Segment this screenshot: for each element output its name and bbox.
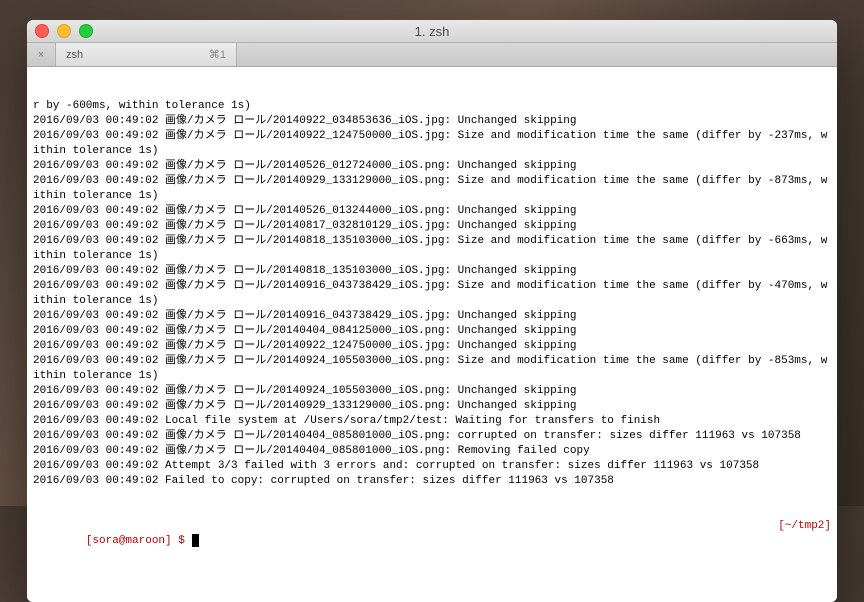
- close-window-button[interactable]: [35, 24, 49, 38]
- log-line: 2016/09/03 00:49:02 画像/カメラ ロール/20140916_…: [33, 309, 831, 324]
- log-line: 2016/09/03 00:49:02 Failed to copy: corr…: [33, 474, 831, 489]
- tab-label: zsh: [66, 49, 83, 61]
- log-line: 2016/09/03 00:49:02 画像/カメラ ロール/20140922_…: [33, 339, 831, 354]
- tab-close-button[interactable]: ×: [27, 43, 56, 66]
- log-line: 2016/09/03 00:49:02 画像/カメラ ロール/20140916_…: [33, 279, 831, 309]
- tab-bar: × zsh ⌘1: [27, 43, 837, 67]
- log-line: 2016/09/03 00:49:02 画像/カメラ ロール/20140929_…: [33, 174, 831, 204]
- minimize-window-button[interactable]: [57, 24, 71, 38]
- log-line: 2016/09/03 00:49:02 画像/カメラ ロール/20140922_…: [33, 129, 831, 159]
- log-line: 2016/09/03 00:49:02 画像/カメラ ロール/20140817_…: [33, 219, 831, 234]
- tab-zsh[interactable]: zsh ⌘1: [56, 43, 237, 66]
- titlebar[interactable]: 1. zsh: [27, 20, 837, 43]
- log-line: 2016/09/03 00:49:02 Attempt 3/3 failed w…: [33, 459, 831, 474]
- log-line: 2016/09/03 00:49:02 画像/カメラ ロール/20140404_…: [33, 429, 831, 444]
- log-line: 2016/09/03 00:49:02 画像/カメラ ロール/20140404_…: [33, 324, 831, 339]
- log-line: 2016/09/03 00:49:02 画像/カメラ ロール/20140404_…: [33, 444, 831, 459]
- prompt-line: [sora@maroon] $ [~/tmp2]: [33, 519, 831, 564]
- log-line: 2016/09/03 00:49:02 画像/カメラ ロール/20140526_…: [33, 159, 831, 174]
- log-line: 2016/09/03 00:49:02 画像/カメラ ロール/20140526_…: [33, 204, 831, 219]
- log-line: 2016/09/03 00:49:02 画像/カメラ ロール/20140818_…: [33, 234, 831, 264]
- traffic-lights: [27, 24, 93, 38]
- close-icon: ×: [38, 49, 44, 61]
- terminal-window: 1. zsh × zsh ⌘1 r by -600ms, within tole…: [27, 20, 837, 602]
- cursor: [192, 534, 199, 547]
- log-line: r by -600ms, within tolerance 1s): [33, 99, 831, 114]
- log-line: 2016/09/03 00:49:02 画像/カメラ ロール/20140818_…: [33, 264, 831, 279]
- window-title: 1. zsh: [27, 24, 837, 39]
- tab-shortcut: ⌘1: [209, 48, 226, 61]
- log-line: 2016/09/03 00:49:02 画像/カメラ ロール/20140929_…: [33, 399, 831, 414]
- log-line: 2016/09/03 00:49:02 画像/カメラ ロール/20140924_…: [33, 384, 831, 399]
- log-line: 2016/09/03 00:49:02 画像/カメラ ロール/20140924_…: [33, 354, 831, 384]
- prompt-cwd: [~/tmp2]: [778, 519, 831, 564]
- terminal-output[interactable]: r by -600ms, within tolerance 1s)2016/09…: [27, 67, 837, 602]
- log-line: 2016/09/03 00:49:02 Local file system at…: [33, 414, 831, 429]
- zoom-window-button[interactable]: [79, 24, 93, 38]
- prompt-user-host: [sora@maroon] $: [86, 535, 192, 547]
- log-line: 2016/09/03 00:49:02 画像/カメラ ロール/20140922_…: [33, 114, 831, 129]
